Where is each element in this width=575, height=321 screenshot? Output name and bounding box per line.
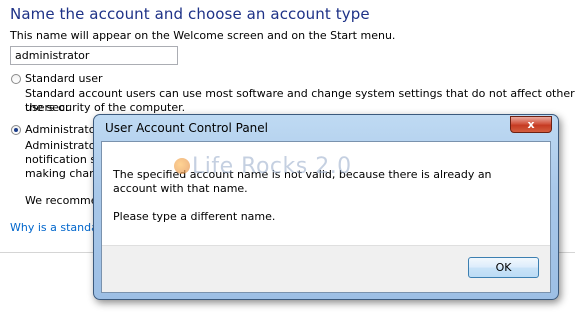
ok-button[interactable]: OK [468,257,539,278]
standard-user-radio[interactable] [11,74,21,84]
watermark-text: Life Rocks 2.0 [192,154,352,179]
administrator-description-line2: notification se [25,153,103,166]
dialog-footer: OK [102,245,550,292]
error-dialog: User Account Control Panel x The specifi… [93,114,559,300]
page-subtitle: This name will appear on the Welcome scr… [10,29,396,42]
administrator-description-line3: making chang [25,167,104,180]
recommendation-text: We recomme [25,194,98,207]
close-button[interactable]: x [510,116,552,133]
standard-user-label[interactable]: Standard user [25,72,103,85]
page-heading: Name the account and choose an account t… [10,5,370,23]
administrator-radio[interactable] [11,125,21,135]
retry-prompt: Please type a different name. [113,210,276,223]
administrator-label[interactable]: Administrator [25,123,100,136]
globe-icon [174,158,190,174]
account-name-input[interactable] [10,46,178,65]
dialog-client-area: The specified account name is not valid,… [101,141,551,293]
administrator-description-line1: Administrator [25,139,100,152]
dialog-title: User Account Control Panel [105,121,268,135]
standard-user-description-line2: the security of the computer. [25,101,186,114]
